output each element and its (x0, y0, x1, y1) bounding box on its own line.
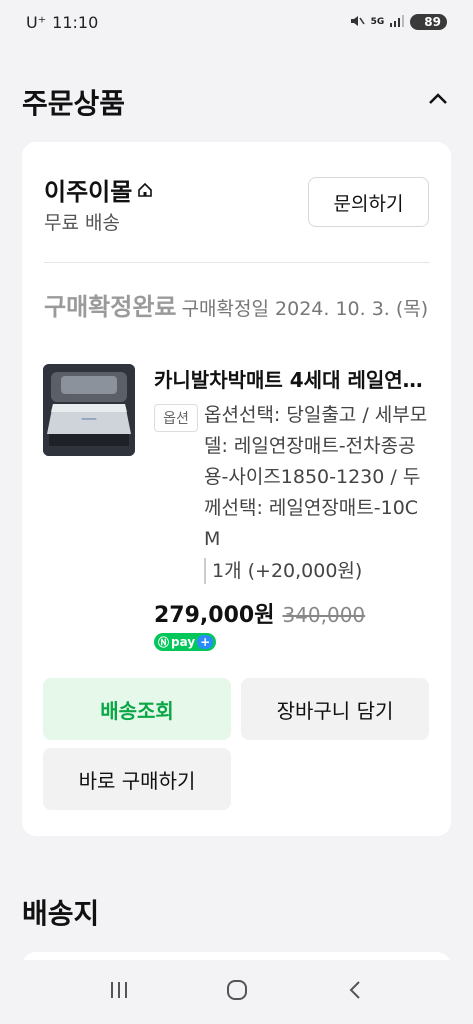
option-badge: 옵션 (154, 404, 198, 432)
price-row: 279,000원 340,000 (154, 597, 365, 629)
npay-label: pay (171, 635, 196, 649)
signal-icon (390, 14, 405, 30)
track-delivery-button[interactable]: 배송조회 (43, 678, 231, 740)
carrier-label: U⁺ (26, 12, 47, 32)
chevron-up-icon (429, 93, 447, 104)
shipping-fee: 무료 배송 (44, 212, 120, 234)
collapse-button[interactable] (423, 84, 453, 114)
status-bar: U⁺ 11:10 5G 89 (0, 0, 473, 44)
recent-apps-button[interactable] (107, 978, 131, 1006)
store-link[interactable]: 이주이몰 (44, 172, 154, 207)
order-section-title: 주문상품 (22, 87, 126, 120)
product-image: ━━━━ (43, 364, 135, 456)
original-price: 340,000 (282, 603, 366, 627)
network-label: 5G (370, 17, 385, 27)
option-text: 옵션선택: 당일출고 / 세부모델: 레일연장매트-전차종공용-사이즈1850-… (204, 404, 428, 550)
plus-icon: + (197, 635, 214, 649)
confirm-date: 구매확정일 2024. 10. 3. (목) (181, 298, 429, 320)
home-icon (138, 182, 153, 197)
mute-icon (349, 14, 365, 31)
battery-level: 89 (424, 15, 441, 29)
system-nav-bar (0, 960, 473, 1024)
back-button[interactable] (343, 978, 367, 1006)
store-name: 이주이몰 (44, 178, 133, 206)
add-to-cart-button[interactable]: 장바구니 담기 (241, 678, 429, 740)
npay-badge: Ⓝ pay + (154, 633, 217, 651)
order-status: 구매확정완료 구매확정일 2024. 10. 3. (목) (44, 292, 434, 325)
inquiry-button[interactable]: 문의하기 (308, 177, 429, 227)
recent-apps-icon (110, 982, 127, 998)
product-title[interactable]: 카니발차박매트 4세대 레일연장매트 (154, 364, 428, 393)
buy-now-button[interactable]: 바로 구매하기 (43, 748, 231, 810)
product-thumbnail[interactable]: ━━━━ (43, 364, 135, 456)
divider (44, 262, 430, 263)
home-circle-icon (226, 980, 247, 1000)
delivery-section-title: 배송지 (22, 897, 100, 930)
npay-n-icon: Ⓝ (158, 636, 169, 649)
back-icon (349, 981, 360, 999)
svg-text:━━━━: ━━━━ (81, 416, 97, 423)
sale-price: 279,000원 (154, 603, 275, 628)
quantity-text: 1개 (+20,000원) (204, 558, 362, 584)
order-card: 이주이몰 무료 배송 문의하기 구매확정완료 구매확정일 2024. 10. 3… (22, 142, 451, 836)
status-label: 구매확정완료 (44, 293, 177, 321)
battery-indicator: 89 (410, 14, 447, 30)
clock: 11:10 (52, 12, 99, 32)
home-button[interactable] (224, 977, 250, 1007)
